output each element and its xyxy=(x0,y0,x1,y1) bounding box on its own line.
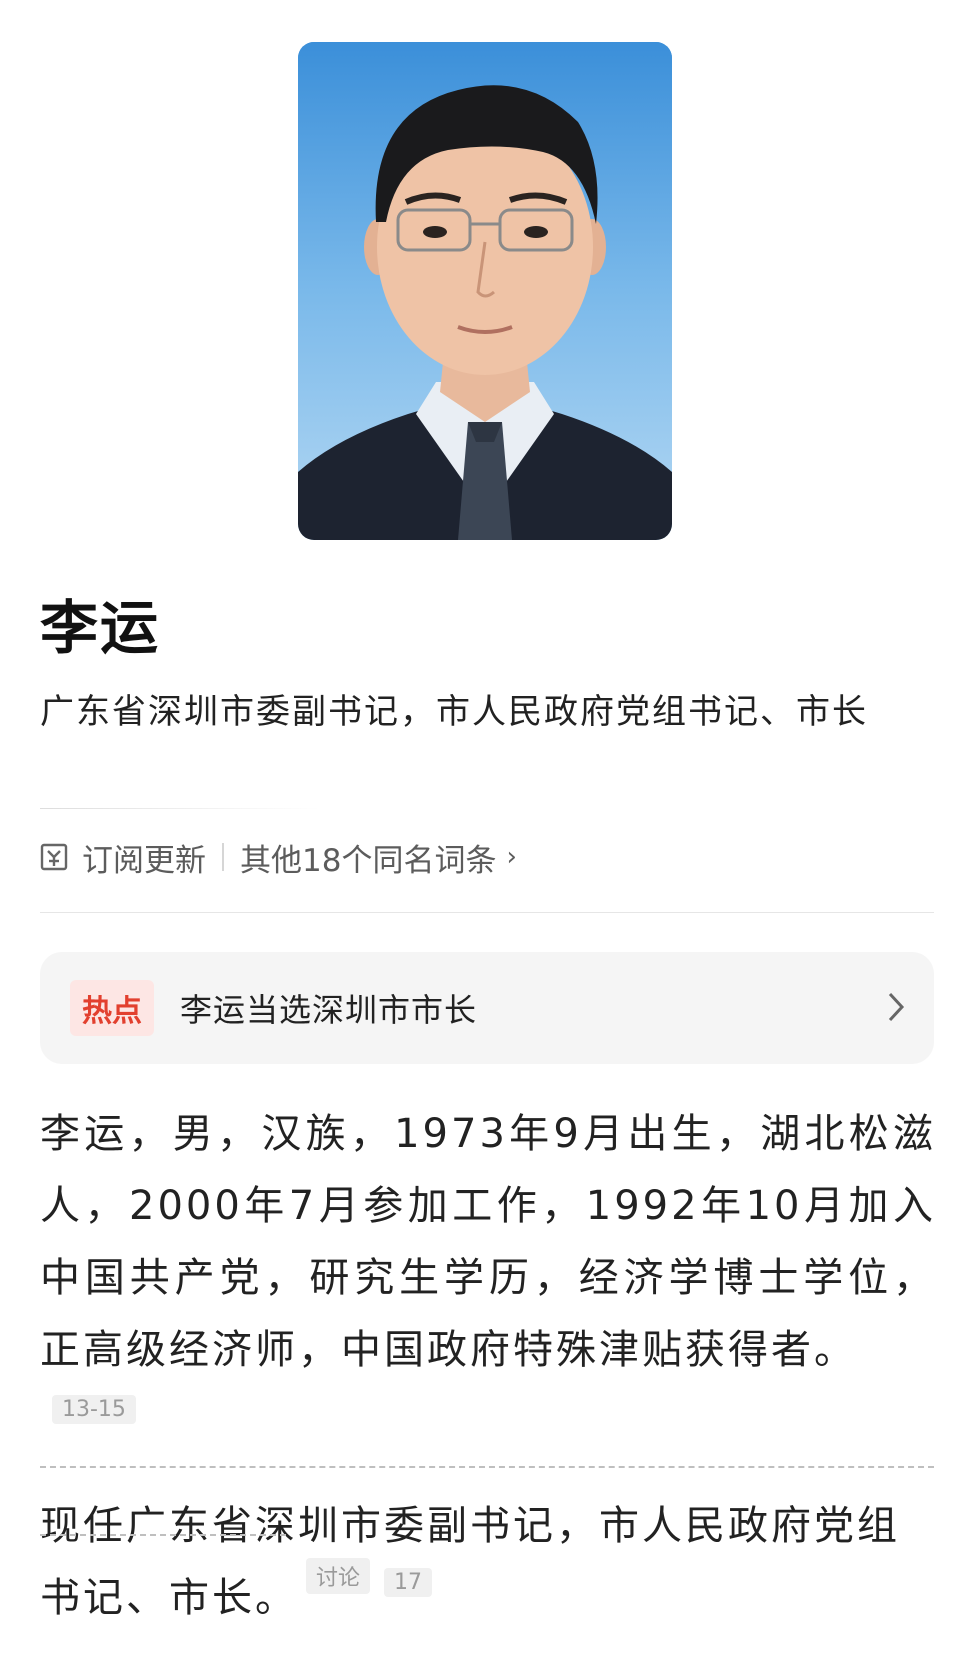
citation-ref[interactable]: 13-15 xyxy=(52,1395,136,1424)
hot-topic-card[interactable]: 热点 李运当选深圳市市长 xyxy=(40,952,934,1064)
chevron-right-icon xyxy=(888,992,905,1022)
subscribe-button[interactable]: 订阅更新 xyxy=(82,835,206,880)
divider xyxy=(40,808,320,809)
discussion-count[interactable]: 17 xyxy=(384,1568,432,1597)
divider xyxy=(40,912,934,913)
profile-photo[interactable] xyxy=(298,42,672,540)
person-name: 李运 xyxy=(40,594,161,662)
bio-paragraph: 李运，男，汉族，1973年9月出生，湖北松滋人，2000年7月参加工作，1992… xyxy=(40,1111,936,1373)
current-position[interactable]: 现任广东省深圳市委副书记，市人民政府党组书记、市长。 xyxy=(40,1490,936,1634)
discussion-tag[interactable]: 讨论 xyxy=(306,1558,371,1594)
same-name-entries-link[interactable]: 其他18个同名词条 xyxy=(240,835,496,880)
underline-dashed xyxy=(40,1534,286,1536)
person-title: 广东省深圳市委副书记，市人民政府党组书记、市长 xyxy=(40,692,868,732)
hot-headline[interactable]: 李运当选深圳市市长 xyxy=(180,985,477,1031)
portrait-illustration xyxy=(298,42,672,540)
action-separator xyxy=(222,843,224,871)
subscribe-icon[interactable] xyxy=(40,842,68,872)
entry-actions: 订阅更新 其他18个同名词条 › xyxy=(40,834,517,880)
hot-badge: 热点 xyxy=(70,980,154,1036)
underline-dashed xyxy=(40,1466,934,1468)
chevron-right-icon: › xyxy=(506,842,517,872)
